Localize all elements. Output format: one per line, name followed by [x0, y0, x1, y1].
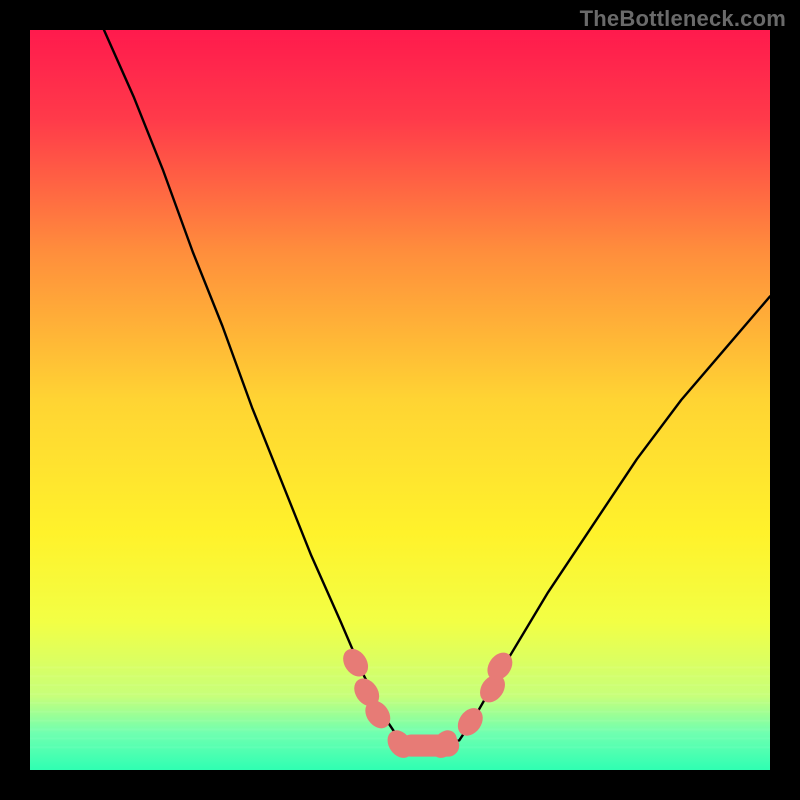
- gradient-background: [30, 30, 770, 770]
- chart-svg: [30, 30, 770, 770]
- band-stripe: [30, 702, 770, 704]
- band-stripe: [30, 720, 770, 722]
- band-stripe: [30, 675, 770, 677]
- plot-area: [30, 30, 770, 770]
- watermark-text: TheBottleneck.com: [580, 6, 786, 32]
- band-stripe: [30, 693, 770, 695]
- band-stripe: [30, 666, 770, 668]
- band-stripe: [30, 711, 770, 713]
- chart-container: TheBottleneck.com: [0, 0, 800, 800]
- band-stripe: [30, 729, 770, 731]
- band-stripe: [30, 684, 770, 686]
